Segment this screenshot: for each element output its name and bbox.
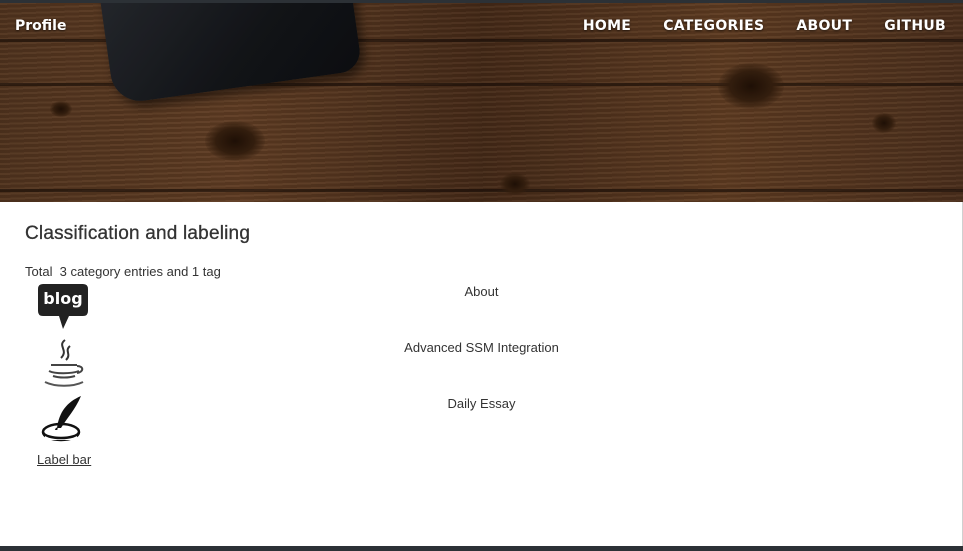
header-banner: Profile HOME CATEGORIES ABOUT GITHUB: [0, 3, 963, 202]
nav-home[interactable]: HOME: [583, 18, 631, 34]
nav-about[interactable]: ABOUT: [796, 18, 852, 34]
nav-categories[interactable]: CATEGORIES: [663, 18, 764, 34]
main-nav: HOME CATEGORIES ABOUT GITHUB: [551, 18, 946, 34]
category-item-essay: Daily Essay: [0, 394, 963, 450]
nav-github[interactable]: GITHUB: [884, 18, 946, 34]
total-summary: Total 3 category entries and 1 tag: [25, 264, 221, 279]
brand-link[interactable]: Profile: [15, 18, 66, 34]
category-item-about: blog About: [0, 283, 963, 339]
category-link-essay[interactable]: Daily Essay: [0, 396, 963, 411]
page-title: Classification and labeling: [25, 223, 251, 244]
tag-bar-link[interactable]: Label bar: [37, 452, 91, 467]
footer-bar: [0, 546, 963, 551]
category-link-ssm[interactable]: Advanced SSM Integration: [0, 340, 963, 355]
category-link-about[interactable]: About: [0, 284, 963, 299]
category-item-ssm: Advanced SSM Integration: [0, 338, 963, 394]
